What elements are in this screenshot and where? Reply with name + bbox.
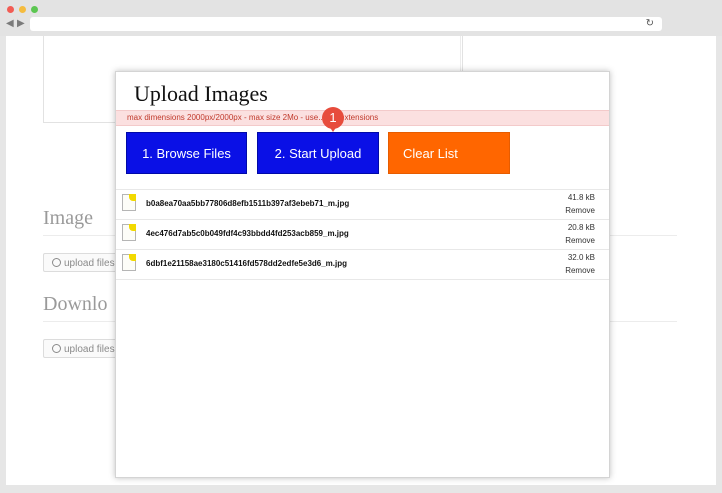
file-icon (122, 194, 136, 211)
file-row: b0a8ea70aa5bb77806d8efb1511b397af3ebeb71… (116, 189, 609, 219)
file-size: 32.0 kB (567, 253, 595, 262)
image-section-heading: Image (43, 207, 93, 229)
close-window-button[interactable] (7, 6, 14, 13)
file-icon (122, 224, 136, 241)
download-upload-button[interactable]: upload files (43, 339, 121, 358)
file-row: 6dbf1e21158ae3180c51416fd578dd2edfe5e3d6… (116, 249, 609, 280)
image-upload-button[interactable]: upload files (43, 253, 121, 272)
remove-file-link[interactable]: Remove (565, 266, 595, 275)
forward-arrow-icon[interactable]: ▶ (17, 18, 25, 30)
file-size: 20.8 kB (567, 223, 595, 232)
download-section-heading: Downlo (43, 293, 108, 315)
file-name: 4ec476d7ab5c0b049fdf4c93bbdd4fd253acb859… (146, 229, 349, 238)
browser-window: ◀ ▶ ↻ Image upload files Downlo upload f… (0, 0, 722, 493)
browser-toolbar: ◀ ▶ ↻ (0, 0, 722, 36)
file-icon (122, 254, 136, 271)
upload-images-modal: Upload Images max dimensions 2000px/2000… (115, 71, 610, 478)
upload-icon (52, 344, 61, 353)
maximize-window-button[interactable] (31, 6, 38, 13)
clear-list-button[interactable]: Clear List (388, 132, 510, 174)
minimize-window-button[interactable] (19, 6, 26, 13)
modal-title: Upload Images (134, 81, 268, 106)
file-name: 6dbf1e21158ae3180c51416fd578dd2edfe5e3d6… (146, 259, 348, 268)
back-arrow-icon[interactable]: ◀ (6, 18, 14, 30)
start-upload-button[interactable]: 2. Start Upload (257, 132, 379, 174)
address-bar[interactable]: ↻ (30, 17, 662, 31)
reload-icon[interactable]: ↻ (646, 17, 654, 31)
remove-file-link[interactable]: Remove (565, 236, 595, 245)
file-list: b0a8ea70aa5bb77806d8efb1511b397af3ebeb71… (116, 189, 609, 280)
upload-icon (52, 258, 61, 267)
file-row: 4ec476d7ab5c0b049fdf4c93bbdd4fd253acb859… (116, 219, 609, 249)
upload-constraints-notice: max dimensions 2000px/2000px - max size … (116, 110, 609, 126)
remove-file-link[interactable]: Remove (565, 206, 595, 215)
file-name: b0a8ea70aa5bb77806d8efb1511b397af3ebeb71… (146, 199, 350, 208)
browse-files-button[interactable]: 1. Browse Files (126, 132, 247, 174)
step-badge: 1 (322, 107, 344, 132)
file-size: 41.8 kB (567, 193, 595, 202)
